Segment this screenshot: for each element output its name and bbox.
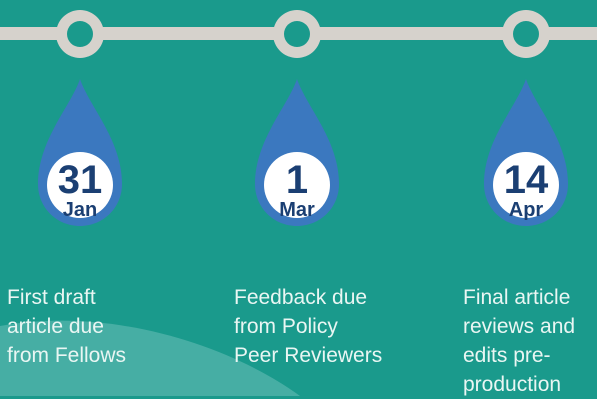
timeline-node-hole <box>67 21 93 47</box>
milestone-month: Jan <box>62 199 98 221</box>
milestone-label: Final article reviews and edits pre- pro… <box>463 286 576 396</box>
milestone-day: 31 <box>57 158 103 202</box>
milestone-label: First draft article due from Fellows <box>7 286 127 367</box>
milestone-day: 14 <box>503 158 549 202</box>
milestone-month: Mar <box>279 199 315 221</box>
timeline-node-hole <box>513 21 539 47</box>
milestone-month: Apr <box>508 199 544 221</box>
milestone-label: Feedback due from Policy Peer Reviewers <box>234 286 383 367</box>
timeline-node-hole <box>284 21 310 47</box>
timeline-diagram: 31 Jan First draft article due from Fell… <box>0 0 597 396</box>
milestone-day: 1 <box>285 158 309 202</box>
